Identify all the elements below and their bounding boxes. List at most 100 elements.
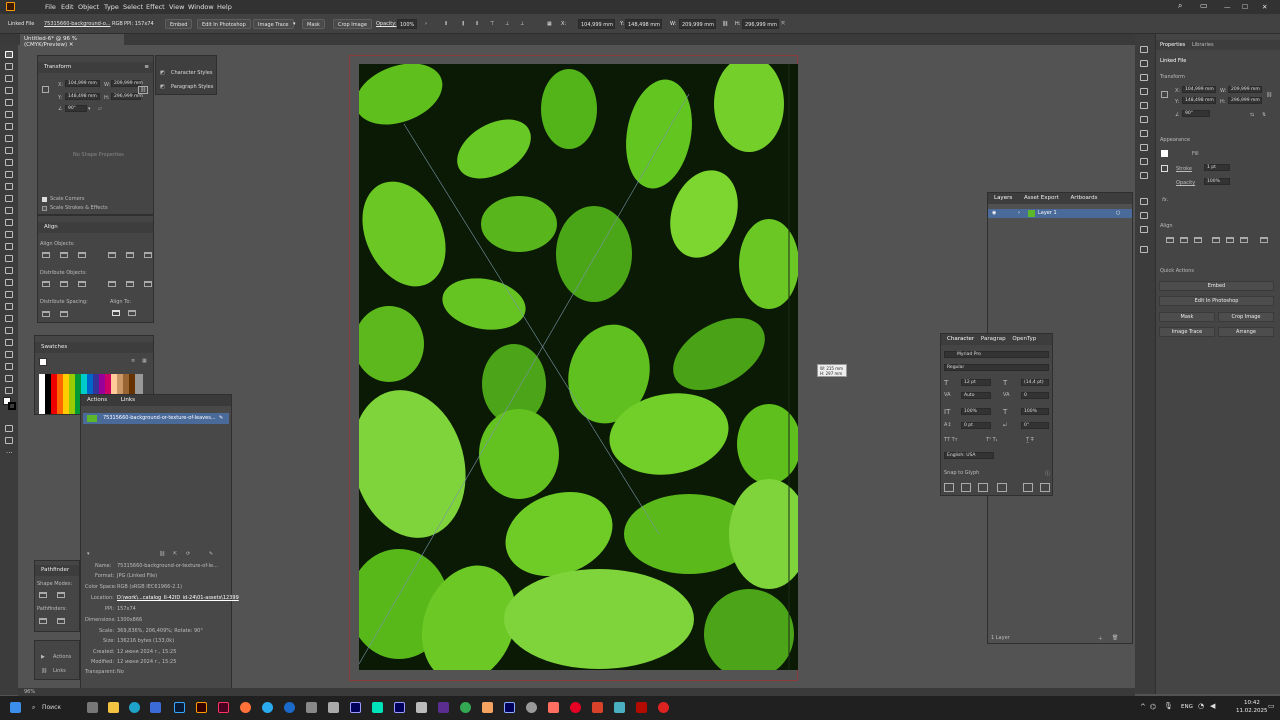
minus-front-icon[interactable] — [57, 592, 65, 598]
app-icon-3[interactable] — [328, 702, 339, 713]
maximize-icon[interactable]: ☐ — [1242, 3, 1248, 11]
fill-swatch[interactable] — [1161, 150, 1168, 157]
stroke-swatch[interactable] — [1161, 165, 1168, 172]
placed-image-leaves[interactable] — [359, 64, 798, 670]
prop-align-to-icon[interactable] — [1260, 237, 1268, 243]
transform-w-field[interactable]: 209,999 mm — [111, 80, 143, 87]
menu-help[interactable]: Help — [217, 3, 232, 11]
edit-original-icon[interactable]: ✎ — [209, 551, 213, 557]
transform-h-field[interactable]: 296,999 mm — [111, 93, 143, 100]
tracking-field[interactable]: 0 — [1021, 392, 1049, 399]
scale-tool-icon[interactable] — [5, 219, 13, 226]
document-tab[interactable]: Untitled-6* @ 96 % (CMYK/Preview) ✕ — [20, 34, 124, 48]
snap-proximity-icon[interactable] — [997, 483, 1007, 492]
close-tab-icon[interactable]: ✕ — [69, 42, 74, 48]
align-hcenter-icon[interactable] — [60, 252, 68, 258]
appearance-dock-icon[interactable] — [1140, 158, 1148, 165]
tray-network-icon[interactable]: ⌬ — [1150, 703, 1156, 711]
superscript-icon[interactable]: T¹ T₁ — [986, 437, 998, 443]
prop-align-bottom-icon[interactable] — [1240, 237, 1248, 243]
paragraph-tab[interactable]: Paragrap — [981, 336, 1006, 342]
align-left-icon[interactable]: ⫴ — [445, 19, 447, 29]
firefox-icon[interactable] — [240, 702, 251, 713]
layer-target-icon[interactable]: ○ — [1116, 210, 1120, 216]
layers-tab[interactable]: Layers — [994, 195, 1012, 201]
windows-start-icon[interactable] — [10, 702, 21, 713]
snap-glyph-bounds-icon[interactable] — [978, 483, 988, 492]
prop-align-left-icon[interactable] — [1166, 237, 1174, 243]
character-tab[interactable]: Character — [947, 336, 974, 342]
align-left-icon[interactable] — [42, 252, 50, 258]
gradient-tool-icon[interactable] — [5, 291, 13, 298]
scale-strokes-checkbox[interactable] — [42, 206, 47, 211]
slice-tool-icon[interactable] — [5, 363, 13, 370]
app-icon-2[interactable] — [306, 702, 317, 713]
stroke-weight-field[interactable]: 1 pt — [1204, 164, 1230, 171]
width-tool-icon[interactable] — [5, 231, 13, 238]
more-tools-icon[interactable]: ··· — [6, 449, 13, 457]
distribute-top-icon[interactable] — [42, 281, 50, 287]
task-view-icon[interactable] — [87, 702, 98, 713]
distribute-hcenter-icon[interactable] — [126, 281, 134, 287]
blend-tool-icon[interactable] — [5, 315, 13, 322]
font-size-field[interactable]: 12 pt — [961, 379, 991, 386]
libraries-tab[interactable]: Libraries — [1192, 42, 1214, 48]
location-value[interactable]: D:\work\...catalog_II-42ID_id-24\01-asse… — [117, 595, 239, 601]
linked-file-name[interactable]: 75315660-background-o... — [44, 19, 110, 29]
draw-mode-icon[interactable] — [5, 425, 13, 432]
chrome-icon[interactable] — [460, 702, 471, 713]
tray-mic-icon[interactable]: 🎙 — [1164, 702, 1173, 710]
curvature-tool-icon[interactable] — [5, 111, 13, 118]
distribute-vspace-icon[interactable] — [42, 311, 50, 317]
crop-image-button[interactable]: Crop Image — [333, 19, 372, 29]
menu-effect[interactable]: Effect — [146, 3, 165, 11]
hand-tool-icon[interactable] — [5, 375, 13, 382]
magic-wand-tool-icon[interactable] — [5, 75, 13, 82]
links-label[interactable]: Links — [53, 668, 66, 674]
pencil-tool-icon[interactable] — [5, 183, 13, 190]
language-field[interactable]: English: USA — [944, 452, 994, 459]
direct-selection-tool-icon[interactable] — [5, 63, 13, 70]
app-icon-4[interactable] — [416, 702, 427, 713]
horizontal-scale-field[interactable]: 100% — [1021, 408, 1049, 415]
shape-builder-tool-icon[interactable] — [5, 255, 13, 262]
distribute-left-icon[interactable] — [108, 281, 116, 287]
tray-wifi-icon[interactable]: ◔ — [1198, 702, 1204, 710]
paragraph-styles-tab[interactable]: Paragraph Styles — [171, 84, 213, 90]
distribute-bottom-icon[interactable] — [78, 281, 86, 287]
char-rotation-field[interactable]: 0° — [1021, 422, 1049, 429]
menu-view[interactable]: View — [169, 3, 184, 11]
asset-export-tab[interactable]: Asset Export — [1024, 195, 1059, 201]
graphic-styles-dock-icon[interactable] — [1140, 172, 1148, 179]
selection-tool-icon[interactable] — [5, 51, 13, 58]
w-field[interactable]: 209,999 mm — [679, 19, 716, 29]
image-trace-button[interactable]: Image Trace — [253, 19, 294, 29]
fill-stroke-indicator-icon[interactable] — [39, 358, 47, 366]
brushes-dock-icon[interactable] — [1140, 102, 1148, 109]
type-tool-icon[interactable] — [5, 123, 13, 130]
prop-align-right-icon[interactable] — [1194, 237, 1202, 243]
opentype-tab[interactable]: OpenTyp — [1012, 336, 1036, 342]
menu-file[interactable]: File — [45, 3, 56, 11]
goto-link-icon[interactable]: ⇱ — [173, 551, 177, 557]
snap-xheight-icon[interactable] — [961, 483, 971, 492]
file-explorer-icon[interactable] — [108, 702, 119, 713]
actions-label[interactable]: Actions — [53, 654, 71, 660]
prop-w-field[interactable]: 209,999 mm — [1228, 86, 1262, 93]
opacity-field[interactable]: 100% — [397, 19, 417, 29]
language-indicator[interactable]: ENG — [1181, 704, 1193, 710]
menu-select[interactable]: Select — [123, 3, 143, 11]
line-tool-icon[interactable] — [5, 135, 13, 142]
font-style-field[interactable]: Regular — [944, 364, 1049, 371]
layer-row[interactable]: ◉ › Layer 1 ○ — [988, 209, 1132, 218]
panel-menu-icon[interactable]: ≡ — [144, 64, 149, 70]
transform-options-icon[interactable]: ⤧ — [781, 19, 785, 29]
x-field[interactable]: 104,999 mm — [578, 19, 615, 29]
close-icon[interactable]: ✕ — [1262, 3, 1267, 11]
search-icon[interactable]: ⌕ — [1178, 1, 1182, 11]
new-layer-icon[interactable]: ＋ — [1098, 635, 1103, 642]
list-view-icon[interactable]: ≡ — [131, 358, 135, 364]
workspace-icon[interactable]: ▭ — [1200, 1, 1208, 10]
snap-baseline-icon[interactable] — [944, 483, 954, 492]
align-middle-icon[interactable]: ⊥ — [505, 19, 509, 29]
